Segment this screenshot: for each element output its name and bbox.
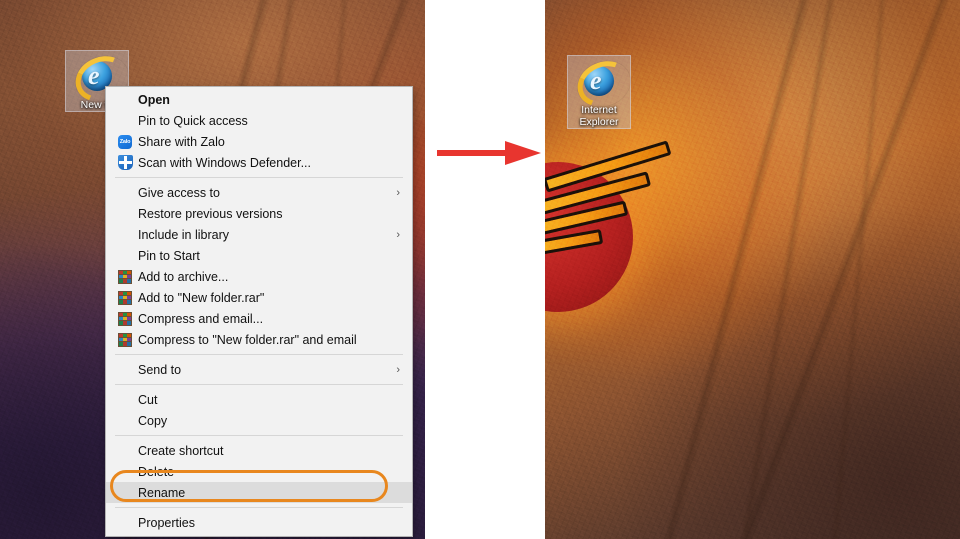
menu-item-icon-slot <box>114 413 136 429</box>
menu-item-delete[interactable]: Delete <box>106 461 412 482</box>
menu-item-label: Restore previous versions <box>138 206 283 221</box>
menu-item-pin-to-quick-access[interactable]: Pin to Quick access <box>106 110 412 131</box>
menu-item-icon-slot <box>114 185 136 201</box>
menu-item-icon-slot <box>114 227 136 243</box>
chevron-right-icon: › <box>396 363 400 376</box>
windows-defender-shield-icon <box>117 155 133 170</box>
menu-item-icon-slot <box>114 332 136 348</box>
desktop-icon-internet-explorer[interactable]: e Internet Explorer <box>567 53 638 129</box>
menu-item-share-with-zalo[interactable]: Zalo Share with Zalo <box>106 131 412 152</box>
menu-item-create-shortcut[interactable]: Create shortcut <box>106 440 412 461</box>
menu-item-label: Share with Zalo <box>138 134 225 149</box>
menu-item-label: Add to archive... <box>138 269 229 284</box>
menu-item-icon-slot <box>114 155 136 171</box>
menu-item-icon-slot <box>114 485 136 501</box>
winrar-icon <box>118 311 132 326</box>
menu-item-scan-with-windows-defender[interactable]: Scan with Windows Defender... <box>106 152 412 173</box>
menu-item-label: Include in library <box>138 227 230 242</box>
menu-item-label: Rename <box>138 485 186 500</box>
context-menu[interactable]: Open Pin to Quick access Zalo Share with… <box>105 86 413 537</box>
menu-item-open[interactable]: Open <box>106 89 412 110</box>
menu-item-label: Compress and email... <box>138 311 264 326</box>
menu-item-label: Pin to Start <box>138 248 200 263</box>
zalo-icon: Zalo <box>118 134 132 149</box>
menu-item-restore-previous-versions[interactable]: Restore previous versions <box>106 203 412 224</box>
chevron-right-icon: › <box>396 228 400 241</box>
menu-separator <box>115 384 403 385</box>
menu-item-label: Scan with Windows Defender... <box>138 155 311 170</box>
menu-item-include-in-library[interactable]: Include in library › <box>106 224 412 245</box>
menu-item-label: Cut <box>138 392 158 407</box>
menu-item-pin-to-start[interactable]: Pin to Start <box>106 245 412 266</box>
menu-item-send-to[interactable]: Send to › <box>106 359 412 380</box>
menu-item-icon-slot: Zalo <box>114 134 136 150</box>
menu-item-icon-slot <box>114 206 136 222</box>
screenshot-stage: e New fo e Internet Explorer Open Pin to… <box>0 0 960 539</box>
right-desktop-panel: e Internet Explorer <box>545 0 960 539</box>
menu-item-icon-slot <box>114 392 136 408</box>
menu-item-label: Compress to "New folder.rar" and email <box>138 332 357 347</box>
winrar-icon <box>118 332 132 347</box>
menu-item-icon-slot <box>114 515 136 531</box>
menu-item-icon-slot <box>114 269 136 285</box>
menu-item-label: Add to "New folder.rar" <box>138 290 265 305</box>
menu-separator <box>115 507 403 508</box>
menu-item-add-to-new-folder-rar[interactable]: Add to "New folder.rar" <box>106 287 412 308</box>
menu-item-icon-slot <box>114 290 136 306</box>
menu-separator <box>115 354 403 355</box>
menu-item-icon-slot <box>114 464 136 480</box>
transition-arrow-icon <box>437 141 541 165</box>
menu-item-label: Properties <box>138 515 195 530</box>
menu-separator <box>115 177 403 178</box>
menu-item-label: Send to <box>138 362 182 377</box>
desktop-icon-label-line1: Internet <box>581 104 617 116</box>
menu-item-label: Give access to <box>138 185 220 200</box>
menu-item-label: Create shortcut <box>138 443 224 458</box>
menu-item-compress-and-email[interactable]: Compress and email... <box>106 308 412 329</box>
menu-item-icon-slot <box>114 248 136 264</box>
winrar-icon <box>118 290 132 305</box>
menu-item-compress-to-new-folder-rar-and-email[interactable]: Compress to "New folder.rar" and email <box>106 329 412 350</box>
menu-item-label: Pin to Quick access <box>138 113 248 128</box>
menu-separator <box>115 435 403 436</box>
winrar-icon <box>118 269 132 284</box>
menu-item-icon-slot <box>114 443 136 459</box>
menu-item-properties[interactable]: Properties <box>106 512 412 533</box>
menu-item-icon-slot <box>114 311 136 327</box>
menu-item-rename[interactable]: Rename <box>106 482 412 503</box>
menu-item-copy[interactable]: Copy <box>106 410 412 431</box>
internet-explorer-icon: e <box>570 53 638 115</box>
menu-item-icon-slot <box>114 113 136 129</box>
menu-item-label: Delete <box>138 464 175 479</box>
desktop-icon-label-line2: Explorer <box>579 116 619 128</box>
menu-item-label: Open <box>138 92 170 107</box>
menu-item-label: Copy <box>138 413 168 428</box>
menu-item-icon-slot <box>114 92 136 108</box>
chevron-right-icon: › <box>396 186 400 199</box>
menu-item-cut[interactable]: Cut <box>106 389 412 410</box>
menu-item-give-access-to[interactable]: Give access to › <box>106 182 412 203</box>
menu-item-icon-slot <box>114 362 136 378</box>
menu-item-add-to-archive[interactable]: Add to archive... <box>106 266 412 287</box>
